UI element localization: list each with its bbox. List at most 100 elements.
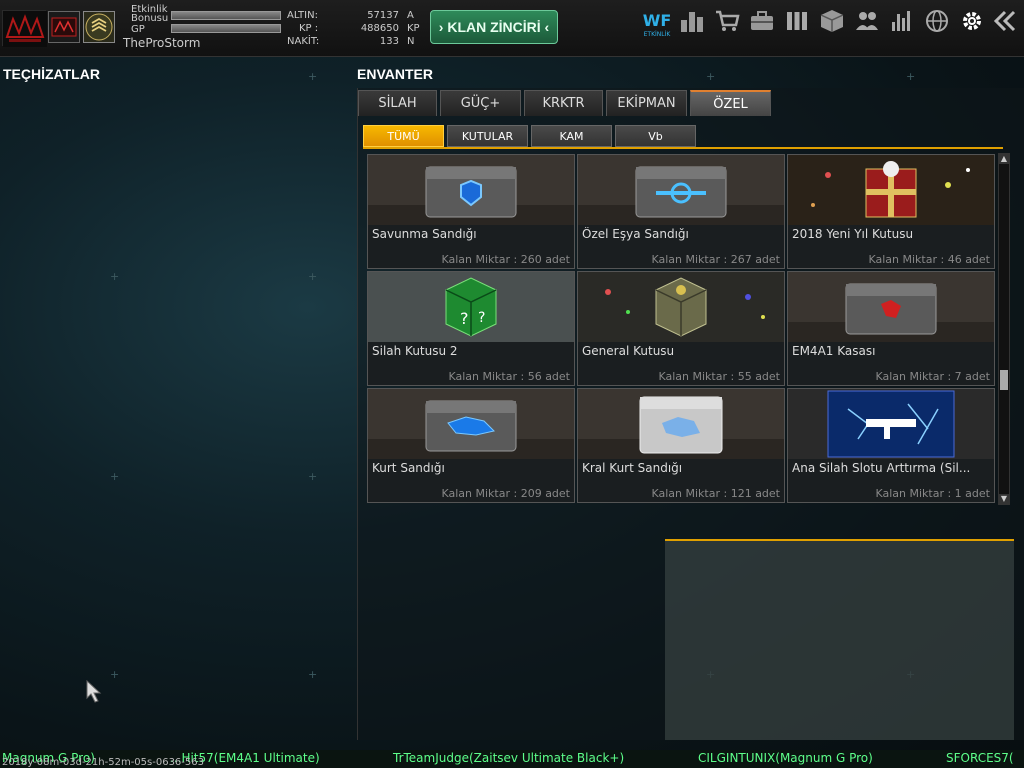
inventory-item[interactable]: Özel Eşya Sandığı Kalan Miktar : 267 ade… <box>577 154 785 269</box>
tab-guc[interactable]: GÜÇ+ <box>440 90 521 116</box>
ticker-entry: TrTeamJudge(Zaitsev Ultimate Black+) <box>393 751 625 765</box>
scroll-thumb[interactable] <box>1000 370 1008 390</box>
clan-emblem-icon <box>48 11 80 43</box>
grid-marker: + <box>110 270 120 283</box>
currency-unit: N <box>407 36 415 47</box>
settings-gear-icon[interactable] <box>957 8 987 38</box>
currency-altin: ALTIN: 57137 A <box>285 10 425 22</box>
clan-logo <box>2 10 47 47</box>
clan-icon[interactable] <box>782 8 812 38</box>
grid-marker: + <box>308 70 318 83</box>
item-quantity: Kalan Miktar : 121 adet <box>651 487 780 500</box>
svg-text:ETKİNLİK: ETKİNLİK <box>644 31 672 38</box>
mouse-cursor-icon <box>86 680 102 703</box>
inventory-item[interactable]: 2018 Yeni Yıl Kutusu Kalan Miktar : 46 a… <box>787 154 995 269</box>
weapon-box-icon: ?? <box>368 272 574 342</box>
globe-icon[interactable] <box>922 8 952 38</box>
grid-marker: + <box>110 470 120 483</box>
kurt-chest-icon <box>368 389 574 459</box>
currency-unit: KP <box>407 23 420 34</box>
techizatlar-title: TEÇHİZATLAR <box>3 66 100 82</box>
item-quantity: Kalan Miktar : 7 adet <box>875 370 990 383</box>
tab-ekipman[interactable]: EKİPMAN <box>606 90 687 116</box>
item-detail-box <box>665 539 1014 740</box>
subtab-kam[interactable]: KAM <box>531 125 612 147</box>
item-quantity: Kalan Miktar : 1 adet <box>875 487 990 500</box>
item-name: Savunma Sandığı <box>372 227 477 241</box>
inventory-item[interactable]: General Kutusu Kalan Miktar : 55 adet <box>577 271 785 386</box>
envanter-title: ENVANTER <box>357 66 433 82</box>
tab-silah[interactable]: SİLAH <box>358 90 437 116</box>
ozel-esya-chest-icon <box>578 155 784 225</box>
item-name: Ana Silah Slotu Arttırma (Sil... <box>792 461 971 475</box>
ticker-entry: SFORCES7( <box>946 751 1014 765</box>
weapon-slot-expansion-icon <box>788 389 994 459</box>
subtab-underline <box>363 147 1003 149</box>
gp-progress-bar <box>171 24 281 33</box>
item-name: Kral Kurt Sandığı <box>582 461 683 475</box>
subtab-kutular[interactable]: KUTULAR <box>447 125 528 147</box>
grid-marker: + <box>308 470 318 483</box>
inventory-item[interactable]: Kral Kurt Sandığı Kalan Miktar : 121 ade… <box>577 388 785 503</box>
em4a1-chest-icon <box>788 272 994 342</box>
grid-marker: + <box>906 70 916 83</box>
currency-unit: A <box>407 10 414 21</box>
currency-value: 133 <box>379 36 399 47</box>
item-name: General Kutusu <box>582 344 675 358</box>
stats-icon[interactable] <box>887 8 917 38</box>
ticker-entry: CILGINTUNIX(Magnum G Pro) <box>698 751 873 765</box>
tab-krktr[interactable]: KRKTR <box>524 90 603 116</box>
inventory-item[interactable]: ?? Silah Kutusu 2 Kalan Miktar : 56 adet <box>367 271 575 386</box>
tab-ozel[interactable]: ÖZEL <box>690 90 771 116</box>
kral-kurt-chest-icon <box>578 389 784 459</box>
item-name: EM4A1 Kasası <box>792 344 876 358</box>
item-name: 2018 Yeni Yıl Kutusu <box>792 227 914 241</box>
klan-zinciri-button[interactable]: › KLAN ZİNCİRİ ‹ <box>430 10 558 44</box>
grid-marker: + <box>706 70 716 83</box>
inventory-item[interactable]: Ana Silah Slotu Arttırma (Sil... Kalan M… <box>787 388 995 503</box>
grid-marker: + <box>110 668 120 681</box>
item-name: Özel Eşya Sandığı <box>582 227 689 241</box>
inventory-box-icon[interactable] <box>817 8 847 38</box>
currency-panel: ALTIN: 57137 A KP : 488650 KP NAKİT: 133… <box>285 4 425 54</box>
item-quantity: Kalan Miktar : 56 adet <box>448 370 570 383</box>
item-name: Silah Kutusu 2 <box>372 344 458 358</box>
top-bar: Etkinlik Bonusu GP TheProStorm ALTIN: 57… <box>0 0 1024 57</box>
currency-label: KP : <box>299 23 319 34</box>
scroll-down-icon[interactable]: ▼ <box>999 494 1009 504</box>
currency-nakit: NAKİT: 133 N <box>285 36 425 48</box>
grid-marker: + <box>308 668 318 681</box>
username: TheProStorm <box>123 36 201 50</box>
inventory-scrollbar[interactable]: ▲ ▼ <box>998 153 1010 505</box>
currency-label: ALTIN: <box>287 10 318 21</box>
briefcase-icon[interactable] <box>747 8 777 38</box>
etkinlik-icon[interactable]: WF ETKİNLİK <box>640 8 674 38</box>
item-quantity: Kalan Miktar : 267 adet <box>651 253 780 266</box>
general-box-icon <box>578 272 784 342</box>
inventory-item[interactable]: Kurt Sandığı Kalan Miktar : 209 adet <box>367 388 575 503</box>
back-arrow-icon[interactable] <box>990 8 1020 38</box>
item-quantity: Kalan Miktar : 260 adet <box>441 253 570 266</box>
ranking-icon[interactable] <box>677 8 707 38</box>
rank-insignia-icon <box>83 11 115 43</box>
friends-icon[interactable] <box>852 8 882 38</box>
scroll-up-icon[interactable]: ▲ <box>999 154 1009 164</box>
currency-value: 488650 <box>360 23 399 34</box>
item-quantity: Kalan Miktar : 46 adet <box>868 253 990 266</box>
shop-cart-icon[interactable] <box>712 8 742 38</box>
currency-kp: KP : 488650 KP <box>285 23 425 35</box>
inventory-item[interactable]: EM4A1 Kasası Kalan Miktar : 7 adet <box>787 271 995 386</box>
svg-text:?: ? <box>478 310 485 326</box>
bonus-progress-bar <box>171 11 281 20</box>
item-quantity: Kalan Miktar : 55 adet <box>658 370 780 383</box>
svg-text:?: ? <box>460 309 469 328</box>
item-name: Kurt Sandığı <box>372 461 445 475</box>
item-quantity: Kalan Miktar : 209 adet <box>441 487 570 500</box>
subtab-tumu[interactable]: TÜMÜ <box>363 125 444 147</box>
subtab-vb[interactable]: Vb <box>615 125 696 147</box>
timestamp-label: 2018y-08m-03d-21h-52m-05s-0636-563 <box>2 757 204 768</box>
inventory-item[interactable]: Savunma Sandığı Kalan Miktar : 260 adet <box>367 154 575 269</box>
new-year-gift-box-icon <box>788 155 994 225</box>
gp-label: GP <box>131 24 145 35</box>
savunma-chest-icon <box>368 155 574 225</box>
